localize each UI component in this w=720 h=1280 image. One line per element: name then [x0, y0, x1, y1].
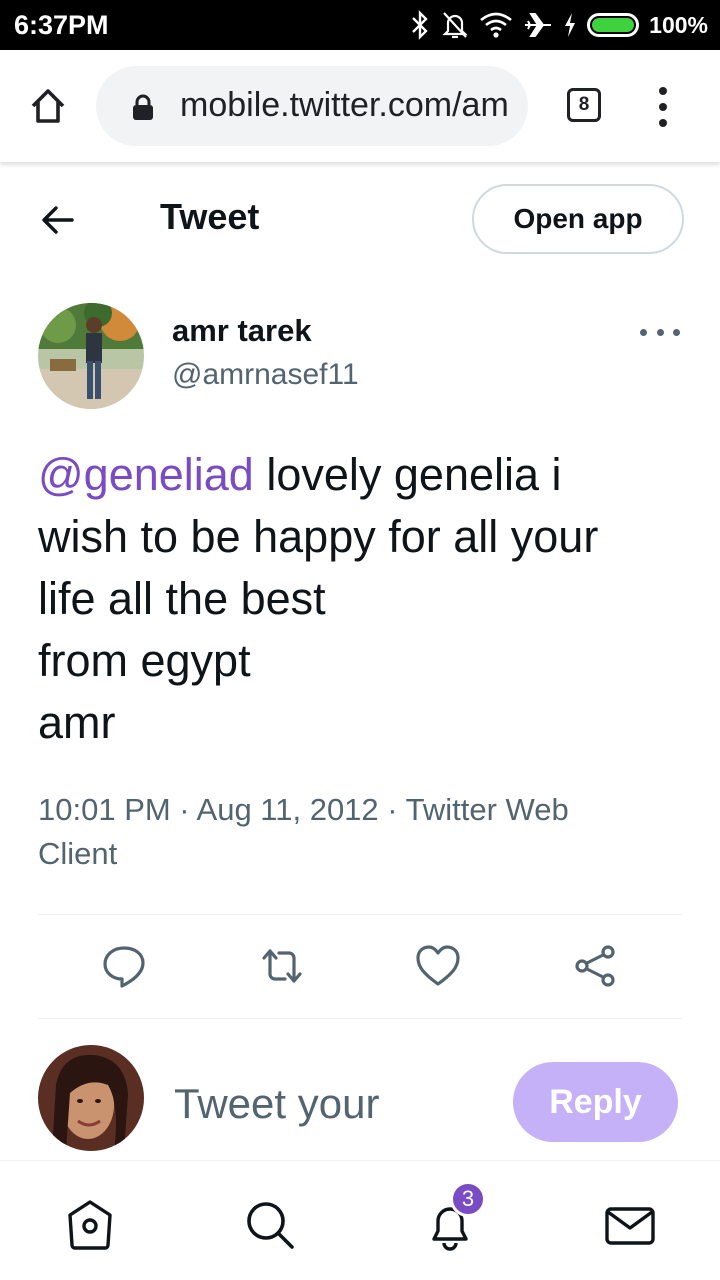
- page-title: Tweet: [160, 196, 260, 237]
- status-time: 6:37PM: [14, 10, 109, 40]
- open-app-button[interactable]: Open app: [472, 184, 684, 254]
- charging-icon: [565, 13, 576, 37]
- divider: [38, 914, 682, 915]
- reply-icon[interactable]: [100, 942, 148, 990]
- tweet-header: Tweet Open app: [0, 162, 720, 277]
- battery-icon: [587, 13, 640, 37]
- lock-icon: [133, 94, 153, 120]
- retweet-icon[interactable]: [258, 942, 306, 990]
- wifi-icon: [480, 12, 512, 38]
- tweet-line: @geneliad lovely genelia i: [38, 444, 688, 506]
- search-icon[interactable]: [242, 1197, 298, 1253]
- tweet-text-segment: lovely genelia i: [253, 449, 562, 500]
- tweet-line: from egypt: [38, 635, 251, 686]
- bluetooth-icon: [412, 10, 428, 40]
- divider: [38, 1018, 682, 1019]
- mention-link[interactable]: @geneliad: [38, 449, 254, 500]
- user-avatar[interactable]: [38, 1045, 144, 1151]
- reply-input[interactable]: [174, 1076, 494, 1132]
- menu-dots-icon[interactable]: [654, 87, 672, 127]
- battery-percent: 100%: [649, 11, 708, 38]
- author-handle[interactable]: @amrnasef11: [172, 358, 359, 392]
- notification-badge: 3: [450, 1181, 486, 1217]
- tweet-line: amr: [38, 697, 116, 748]
- tab-switcher-button[interactable]: 8: [567, 88, 601, 122]
- like-icon[interactable]: [414, 942, 462, 990]
- status-icons: 100%: [409, 0, 708, 50]
- tweet-line: wish to be happy for all your: [38, 511, 599, 562]
- author-name[interactable]: amr tarek: [172, 313, 312, 349]
- source-line: Client: [38, 836, 118, 871]
- address-bar[interactable]: mobile.twitter.com/amr: [96, 66, 528, 146]
- messages-icon[interactable]: [602, 1197, 658, 1253]
- reply-button[interactable]: Reply: [513, 1062, 678, 1142]
- airplane-icon: [525, 13, 552, 37]
- battery-fill: [592, 18, 635, 32]
- bottom-navigation: 3: [0, 1160, 720, 1280]
- share-icon[interactable]: [572, 942, 620, 990]
- status-bar: 6:37PM 100%: [0, 0, 720, 50]
- bell-off-icon: [442, 12, 468, 39]
- tweet-timestamp: 10:01 PM · Aug 11, 2012 · Twitter Web Cl…: [38, 788, 658, 876]
- author-avatar[interactable]: [38, 303, 144, 409]
- more-options-icon[interactable]: [640, 322, 680, 342]
- home-icon[interactable]: [28, 86, 68, 126]
- back-arrow-icon[interactable]: [40, 202, 76, 238]
- home-icon[interactable]: [62, 1197, 118, 1253]
- tweet-line: life all the best: [38, 573, 326, 624]
- timestamp-line: 10:01 PM · Aug 11, 2012 · Twitter Web: [38, 792, 569, 827]
- url-text: mobile.twitter.com/amr: [180, 86, 508, 124]
- browser-toolbar: mobile.twitter.com/amr 8: [0, 50, 720, 162]
- tweet-text: @geneliad lovely genelia i wish to be ha…: [38, 444, 688, 754]
